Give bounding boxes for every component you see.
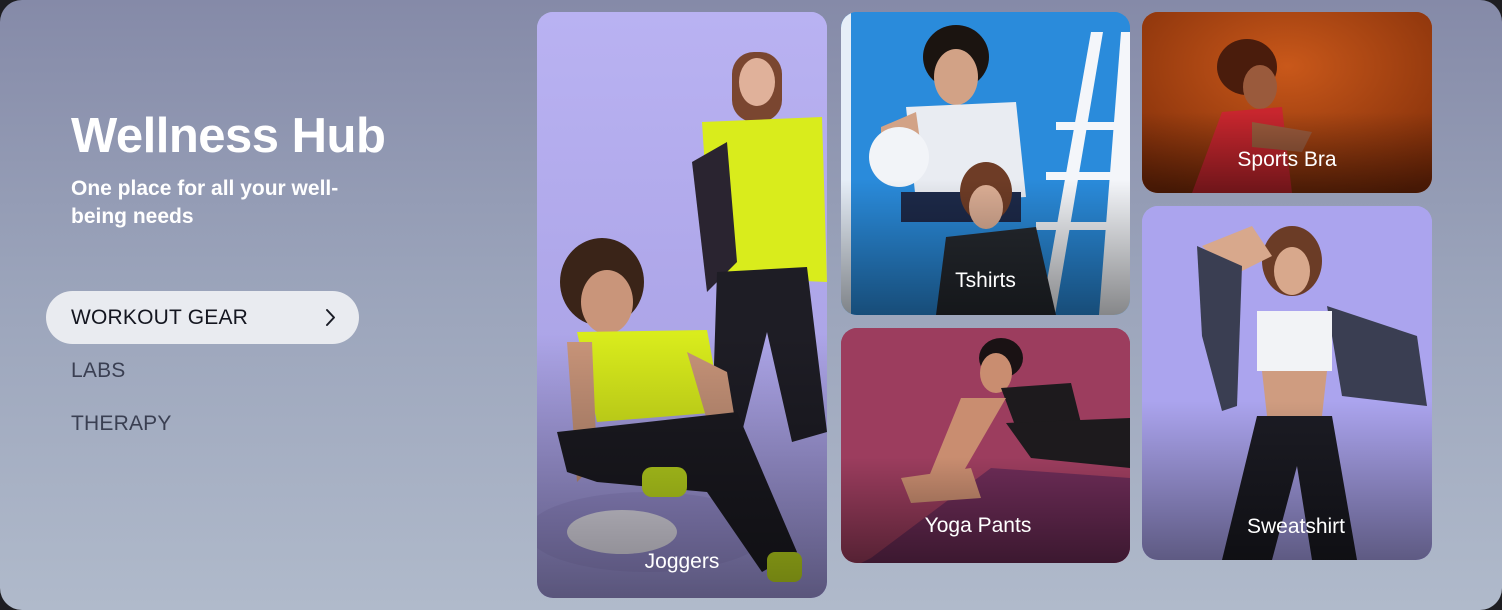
category-card-sweatshirt[interactable]: Sweatshirt bbox=[1142, 206, 1432, 560]
nav-item-label: LABS bbox=[71, 359, 126, 382]
card-label: Sports Bra bbox=[1237, 148, 1337, 171]
card-shade bbox=[841, 178, 1130, 315]
category-card-sports-bra[interactable]: Sports Bra bbox=[1142, 12, 1432, 193]
category-nav: WORKOUT GEAR LABS THERAPY bbox=[46, 291, 359, 450]
card-label: Sweatshirt bbox=[1246, 515, 1346, 538]
nav-item-label: THERAPY bbox=[71, 412, 172, 435]
category-card-joggers[interactable]: Joggers bbox=[537, 12, 827, 598]
wellness-hub-panel: Wellness Hub One place for all your well… bbox=[0, 0, 1502, 610]
chevron-right-icon bbox=[326, 309, 335, 326]
card-label: Yoga Pants bbox=[924, 514, 1032, 537]
category-card-yoga-pants[interactable]: Yoga Pants bbox=[841, 328, 1130, 563]
nav-item-workout-gear[interactable]: WORKOUT GEAR bbox=[46, 291, 359, 344]
nav-item-label: WORKOUT GEAR bbox=[71, 306, 249, 329]
nav-item-labs[interactable]: LABS bbox=[46, 344, 359, 397]
card-shade bbox=[841, 457, 1130, 563]
nav-item-therapy[interactable]: THERAPY bbox=[46, 397, 359, 450]
card-label: Joggers bbox=[644, 550, 720, 573]
page-subtitle: One place for all your well-being needs bbox=[71, 177, 339, 228]
page-title: Wellness Hub bbox=[71, 109, 386, 163]
card-label: Tshirts bbox=[955, 269, 1016, 292]
category-card-tshirts[interactable]: Tshirts bbox=[841, 12, 1130, 315]
